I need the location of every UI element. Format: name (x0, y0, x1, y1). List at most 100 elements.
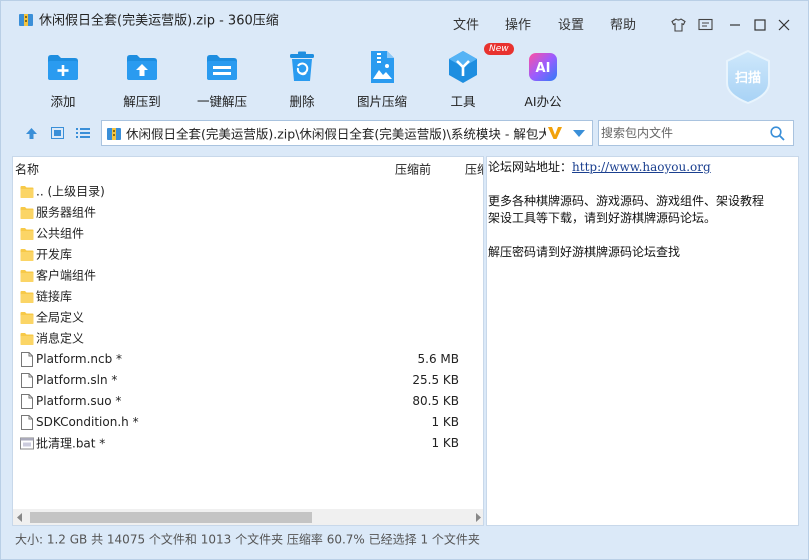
file-row[interactable]: .. (上级目录) (13, 181, 473, 202)
file-name: 服务器组件 (36, 205, 97, 220)
window-title: 休闲假日全套(完美运营版).zip - 360压缩 (39, 13, 279, 29)
file-icon (21, 394, 33, 409)
close-button[interactable] (776, 17, 792, 33)
trash-icon (290, 51, 314, 81)
thumbnail-view-button[interactable] (50, 126, 64, 140)
maximize-icon (754, 19, 766, 31)
zip-archive-icon (19, 14, 33, 26)
file-row[interactable]: Platform.suo * 80.5 KB (13, 391, 473, 412)
scroll-right-icon[interactable] (474, 513, 482, 522)
ai-office-button[interactable]: AI AI办公 (508, 49, 578, 110)
file-row[interactable]: 客户端组件 (13, 265, 473, 286)
menu-operation[interactable]: 操作 (505, 14, 531, 33)
file-name: 公共组件 (36, 226, 85, 241)
forum-link[interactable]: http://www.haoyou.org (572, 160, 711, 174)
column-name[interactable]: 名称 (15, 161, 39, 178)
one-click-extract-button[interactable]: 一键解压 (187, 49, 257, 110)
delete-button[interactable]: 删除 (267, 49, 337, 110)
file-name: 全局定义 (36, 310, 85, 325)
ai-office-icon: AI (529, 53, 557, 81)
file-row[interactable]: Platform.sln * 25.5 KB (13, 370, 473, 391)
file-name: 客户端组件 (36, 268, 97, 283)
scrollbar-thumb[interactable] (30, 512, 312, 523)
forum-label: 论坛网站地址： (488, 160, 573, 174)
toolbar: 添加 解压到 一键解压 删除 图片压缩 New 工具 AI AI办公 (1, 41, 808, 113)
file-row[interactable]: 消息定义 (13, 328, 473, 349)
add-button[interactable]: 添加 (28, 49, 98, 110)
file-name: SDKCondition.h * (36, 415, 139, 429)
file-size: 1 KB (431, 436, 459, 450)
column-size-before[interactable]: 压缩前 (395, 161, 431, 178)
file-name: Platform.suo * (36, 394, 122, 408)
menu-file[interactable]: 文件 (453, 14, 479, 33)
comment-line-2: 更多各种棋牌源码、游戏源码、游戏组件、架设教程 (488, 194, 765, 208)
image-compress-label: 图片压缩 (356, 94, 407, 109)
menu-settings[interactable]: 设置 (558, 14, 584, 33)
image-compress-icon (371, 51, 394, 83)
chevron-down-icon[interactable] (573, 129, 585, 138)
title-bar: 休闲假日全套(完美运营版).zip - 360压缩 文件 操作 设置 帮助 (1, 1, 808, 33)
file-icon (21, 415, 33, 430)
folder-icon (20, 186, 34, 198)
close-icon (778, 19, 790, 31)
column-header: 名称 压缩前 压缩 (13, 157, 483, 181)
search-box (598, 120, 794, 146)
minimize-icon (730, 24, 740, 26)
folder-icon (20, 333, 34, 345)
folder-icon (20, 228, 34, 240)
vip-icon[interactable] (547, 126, 563, 140)
horizontal-scrollbar[interactable] (13, 509, 483, 525)
file-row[interactable]: Platform.ncb * 5.6 MB (13, 349, 473, 370)
folder-icon (20, 249, 34, 261)
folder-icon (20, 207, 34, 219)
file-row[interactable]: 全局定义 (13, 307, 473, 328)
up-button[interactable] (24, 126, 38, 140)
tshirt-icon (670, 18, 686, 32)
address-bar[interactable]: 休闲假日全套(完美运营版).zip\休闲假日全套(完美运营版)\系统模块 - 解… (101, 120, 593, 146)
minimize-button[interactable] (727, 17, 743, 33)
navigation-bar: 休闲假日全套(完美运营版).zip\休闲假日全套(完美运营版)\系统模块 - 解… (1, 118, 808, 148)
file-row[interactable]: 服务器组件 (13, 202, 473, 223)
maximize-button[interactable] (752, 17, 768, 33)
add-label: 添加 (50, 94, 76, 109)
file-size: 1 KB (431, 415, 459, 429)
file-row[interactable]: 开发库 (13, 244, 473, 265)
column-size-after[interactable]: 压缩 (465, 161, 483, 178)
app-window: 休闲假日全套(完美运营版).zip - 360压缩 文件 操作 设置 帮助 添加… (0, 0, 809, 560)
list-view-button[interactable] (76, 126, 90, 140)
folder-icon (20, 270, 34, 282)
status-bar: 大小: 1.2 GB 共 14075 个文件和 1013 个文件夹 压缩率 60… (12, 529, 799, 549)
file-row[interactable]: 批清理.bat * 1 KB (13, 433, 473, 454)
tools-button[interactable]: New 工具 (428, 43, 514, 110)
search-icon[interactable] (770, 126, 785, 141)
file-size: 80.5 KB (412, 394, 459, 408)
skin-button[interactable] (670, 17, 686, 33)
message-icon (697, 18, 713, 31)
comment-line-4: 解压密码请到好游棋牌源码论坛查找 (488, 245, 681, 259)
file-icon (21, 352, 33, 367)
file-row[interactable]: 公共组件 (13, 223, 473, 244)
file-row[interactable]: 链接库 (13, 286, 473, 307)
extract-to-button[interactable]: 解压到 (107, 49, 177, 110)
delete-label: 删除 (289, 94, 315, 109)
file-name: 消息定义 (36, 331, 85, 346)
file-name: 开发库 (36, 247, 73, 262)
extract-to-label: 解压到 (123, 94, 161, 109)
image-compress-button[interactable]: 图片压缩 (347, 49, 417, 110)
file-size: 25.5 KB (412, 373, 459, 387)
batch-file-icon (20, 437, 34, 450)
menu-help[interactable]: 帮助 (610, 14, 636, 33)
scroll-left-icon[interactable] (16, 513, 24, 522)
file-size: 5.6 MB (417, 352, 459, 366)
file-name: .. (上级目录) (36, 184, 105, 199)
thumbnail-view-icon (50, 127, 64, 139)
list-view-icon (76, 128, 90, 138)
file-row[interactable]: SDKCondition.h * 1 KB (13, 412, 473, 433)
ai-office-label: AI办公 (524, 94, 562, 109)
scan-button[interactable]: 扫描 (724, 49, 772, 105)
feedback-button[interactable] (697, 17, 713, 33)
file-name: 链接库 (36, 289, 73, 304)
search-input[interactable] (601, 123, 761, 143)
ai-glyph: AI (536, 61, 551, 76)
tools-icon (449, 51, 477, 83)
